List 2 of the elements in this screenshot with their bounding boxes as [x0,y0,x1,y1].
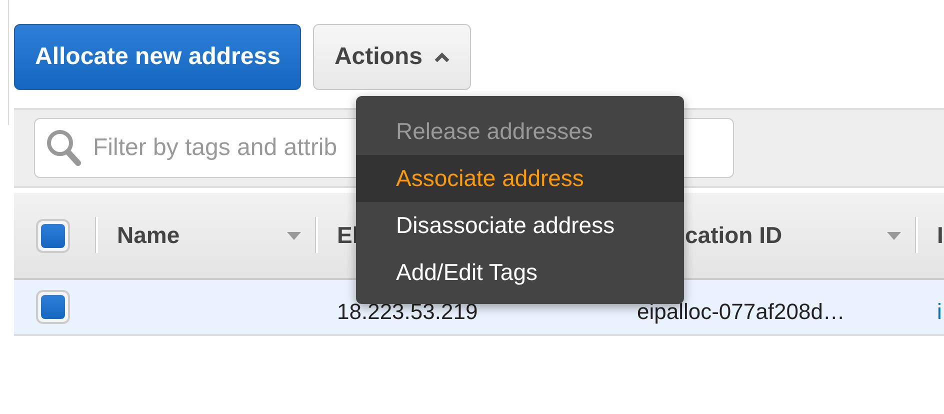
table-cell-text: eipalloc-077af208d… [637,298,845,325]
table-cell-text: 18.223.53.219 [337,298,478,325]
